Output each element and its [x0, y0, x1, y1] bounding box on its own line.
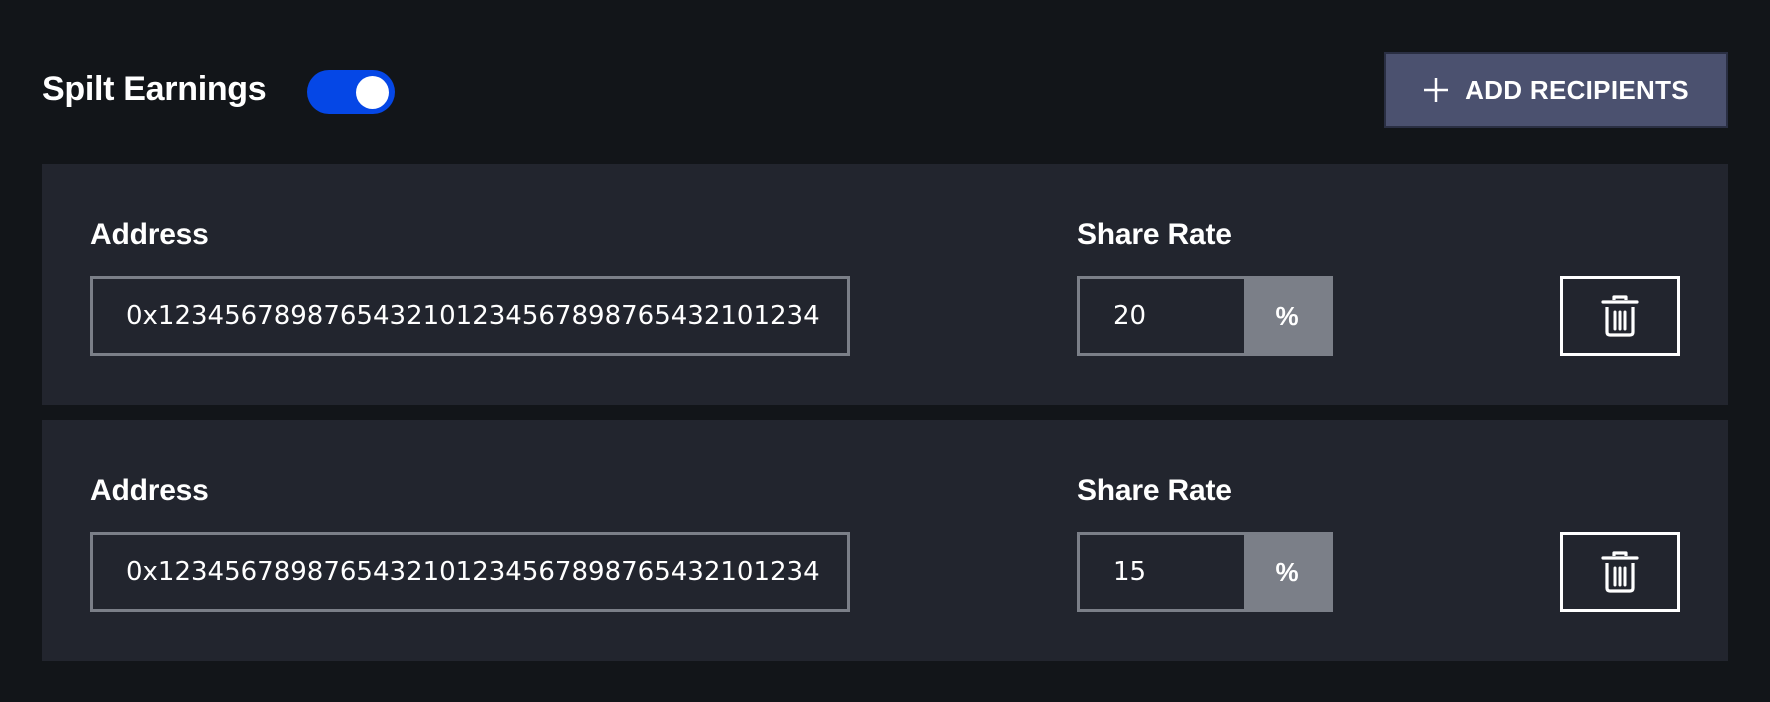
percent-suffix: %: [1244, 535, 1330, 609]
share-rate-label: Share Rate: [1077, 218, 1232, 251]
delete-recipient-button[interactable]: [1560, 532, 1680, 612]
plus-icon: [1424, 78, 1449, 102]
delete-recipient-button[interactable]: [1560, 276, 1680, 356]
share-rate-field: %: [1077, 276, 1333, 356]
add-recipients-label: ADD RECIPIENTS: [1465, 74, 1689, 105]
address-label: Address: [90, 474, 209, 507]
toggle-knob: [356, 76, 389, 109]
add-recipients-button[interactable]: ADD RECIPIENTS: [1384, 52, 1728, 128]
share-rate-label: Share Rate: [1077, 474, 1232, 507]
recipient-row: Address Share Rate %: [42, 164, 1728, 405]
recipient-row: Address Share Rate %: [42, 420, 1728, 661]
address-label: Address: [90, 218, 209, 251]
trash-icon: [1601, 295, 1639, 337]
page-title: Spilt Earnings: [42, 70, 267, 108]
share-rate-input[interactable]: [1080, 279, 1244, 353]
split-earnings-toggle[interactable]: [307, 70, 395, 114]
address-input[interactable]: [90, 532, 850, 612]
share-rate-input[interactable]: [1080, 535, 1244, 609]
address-input[interactable]: [90, 276, 850, 356]
trash-icon: [1601, 551, 1639, 593]
split-earnings-header: Spilt Earnings ADD RECIPIENTS: [42, 52, 1728, 132]
share-rate-field: %: [1077, 532, 1333, 612]
percent-suffix: %: [1244, 279, 1330, 353]
